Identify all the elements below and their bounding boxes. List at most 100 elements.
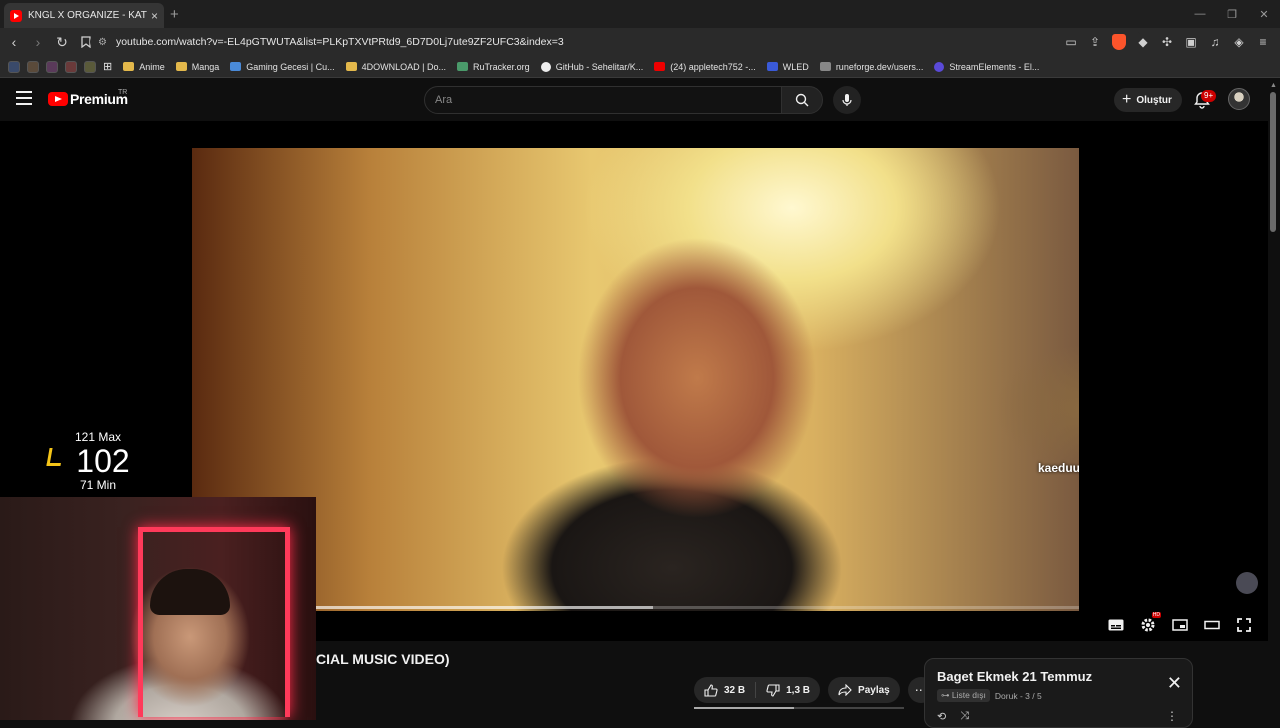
shuffle-icon[interactable]: ⤨ <box>960 710 969 723</box>
bookmark-anime[interactable]: Anime <box>123 62 165 72</box>
subtitles-icon[interactable] <box>1106 615 1126 635</box>
apps-grid-icon[interactable]: ⊞ <box>103 60 112 73</box>
music-icon[interactable]: ♫ <box>1206 32 1224 52</box>
browser-toolbar-right: ▭ ⇪ ◆ ✣ ▣ ♫ ◈ ≡ <box>1062 32 1272 52</box>
loop-icon[interactable]: ⟲ <box>937 710 946 723</box>
window-controls: — ❐ ✕ <box>1184 0 1280 28</box>
address-bar[interactable]: ⚙ youtube.com/watch?v=-EL4pGTWUTA&list=P… <box>90 31 1144 53</box>
cast-icon[interactable]: ▭ <box>1062 32 1080 52</box>
playlist-owner-position: Doruk - 3 / 5 <box>994 690 1042 701</box>
profile-swatch[interactable] <box>27 60 39 73</box>
like-ratio-bar-track <box>794 707 904 709</box>
bookmark-label: RuTracker.org <box>473 61 530 72</box>
bookmark-icon <box>766 62 778 71</box>
microphone-icon <box>842 94 852 106</box>
privacy-label: Liste dışı <box>951 690 986 700</box>
like-ratio-bar <box>694 707 794 709</box>
bookmark-label: Manga <box>191 61 220 72</box>
site-info-icon[interactable]: ⚙ <box>98 37 107 48</box>
thumbs-up-icon <box>704 683 718 697</box>
share-label: Paylaş <box>858 684 890 696</box>
bookmark-github[interactable]: GitHub - Sehelitar/K... <box>540 61 644 72</box>
close-window-icon[interactable]: ✕ <box>1248 0 1280 28</box>
bookmark-appletech[interactable]: (24) appletech752 -... <box>654 62 756 72</box>
bookmark-icon <box>457 62 468 71</box>
youtube-play-icon <box>48 92 68 106</box>
progress-bar[interactable] <box>192 606 1079 609</box>
vpn-icon[interactable]: ◈ <box>1230 32 1248 52</box>
reload-icon[interactable]: ↻ <box>52 32 72 52</box>
current-value: 102 <box>76 443 130 479</box>
dislike-button[interactable]: 1,3 B <box>756 677 820 703</box>
sidebar-icon[interactable]: ▣ <box>1182 32 1200 52</box>
page-scrollbar[interactable] <box>1270 92 1276 232</box>
playlist-privacy: ⊶ Liste dışı <box>937 689 990 702</box>
create-button[interactable]: + Oluştur <box>1114 88 1182 112</box>
forward-icon[interactable]: › <box>28 32 48 52</box>
profile-swatch[interactable] <box>46 60 58 73</box>
folder-icon <box>345 62 357 71</box>
minimize-icon[interactable]: — <box>1184 0 1216 28</box>
like-count: 32 B <box>724 684 746 696</box>
settings-icon[interactable]: HD <box>1138 612 1161 635</box>
playlist-title[interactable]: Baget Ekmek 21 Temmuz <box>937 669 1180 684</box>
thumbs-down-icon <box>766 683 780 697</box>
search-input[interactable]: Ara <box>424 86 782 114</box>
bookmark-label: (24) appletech752 -... <box>670 61 756 72</box>
playlist-meta: ⊶ Liste dışı Doruk - 3 / 5 <box>937 689 1180 702</box>
bookmark-rutracker[interactable]: RuTracker.org <box>457 62 530 72</box>
search-placeholder: Ara <box>435 94 453 106</box>
search-button[interactable] <box>781 86 823 114</box>
bookmark-label: GitHub - Sehelitar/K... <box>555 61 644 72</box>
github-icon <box>540 61 551 72</box>
fullscreen-icon[interactable] <box>1234 615 1254 635</box>
close-playlist-button[interactable]: ✕ <box>1167 673 1182 694</box>
like-dislike-group: 32 B 1,3 B <box>694 677 821 703</box>
new-tab-button[interactable]: + <box>170 6 179 23</box>
min-value: 71 Min <box>79 478 117 492</box>
extensions-puzzle-icon[interactable]: ✣ <box>1158 32 1176 52</box>
scroll-up-icon[interactable]: ▲ <box>1270 82 1277 89</box>
theater-mode-icon[interactable] <box>1202 615 1222 635</box>
bookmark-runeforge[interactable]: runeforge.dev/users... <box>819 62 923 72</box>
profile-swatch[interactable] <box>84 60 96 73</box>
chat-overlay-message: kaeduu: dayın ne ki <box>1038 461 1079 475</box>
share-button[interactable]: Paylaş <box>828 677 900 703</box>
brave-shield-icon[interactable] <box>1110 32 1128 52</box>
like-button[interactable]: 32 B <box>694 677 755 703</box>
tab-close-button[interactable]: × <box>151 9 158 23</box>
bookmark-gaming-gecesi[interactable]: Gaming Gecesi | Cu... <box>230 61 335 72</box>
hd-badge: HD <box>1151 612 1161 618</box>
bookmark-manga[interactable]: Manga <box>175 61 220 72</box>
youtube-logo[interactable]: Premium TR <box>48 89 128 107</box>
guide-menu-icon[interactable] <box>16 91 32 105</box>
playlist-panel: Baget Ekmek 21 Temmuz ⊶ Liste dışı Doruk… <box>924 658 1193 728</box>
bookmark-streamelements[interactable]: StreamElements - El... <box>934 61 1039 72</box>
bookmark-label: Gaming Gecesi | Cu... <box>246 61 335 72</box>
back-icon[interactable]: ‹ <box>4 32 24 52</box>
channel-watermark-icon[interactable] <box>1236 572 1258 594</box>
share-icon[interactable]: ⇪ <box>1086 32 1104 52</box>
bookmark-4download[interactable]: 4DOWNLOAD | Do... <box>345 62 446 72</box>
folder-icon <box>123 62 135 71</box>
video-frame[interactable]: kaeduu: dayın ne ki <box>192 148 1079 611</box>
bookmarks-bar: ⊞ Anime Manga Gaming Gecesi | Cu... 4DOW… <box>0 56 1280 78</box>
voice-search-button[interactable] <box>833 86 861 114</box>
bookmark-wled[interactable]: WLED <box>766 62 809 72</box>
profile-swatch[interactable] <box>8 60 20 73</box>
browser-tab[interactable]: KNGL X ORGANİZE - KATLİHAM × <box>4 3 164 28</box>
playlist-more-icon[interactable]: ⋮ <box>1166 709 1178 723</box>
profile-swatch[interactable] <box>65 60 77 73</box>
restore-icon[interactable]: ❐ <box>1216 0 1248 28</box>
browser-nav-bar: ‹ › ↻ ⚙ youtube.com/watch?v=-EL4pGTWUTA&… <box>0 28 1280 56</box>
account-avatar[interactable] <box>1228 88 1250 110</box>
video-title: CIAL MUSIC VIDEO) <box>316 651 450 667</box>
bookmark-icon <box>934 61 945 72</box>
browser-tab-bar: KNGL X ORGANİZE - KATLİHAM × + — ❐ ✕ <box>0 0 1280 28</box>
extension-icon[interactable]: ◆ <box>1134 32 1152 52</box>
bookmark-icon <box>230 62 242 71</box>
menu-icon[interactable]: ≡ <box>1254 32 1272 52</box>
region-code: TR <box>118 89 128 96</box>
create-label: Oluştur <box>1136 94 1172 106</box>
miniplayer-icon[interactable] <box>1170 615 1190 635</box>
